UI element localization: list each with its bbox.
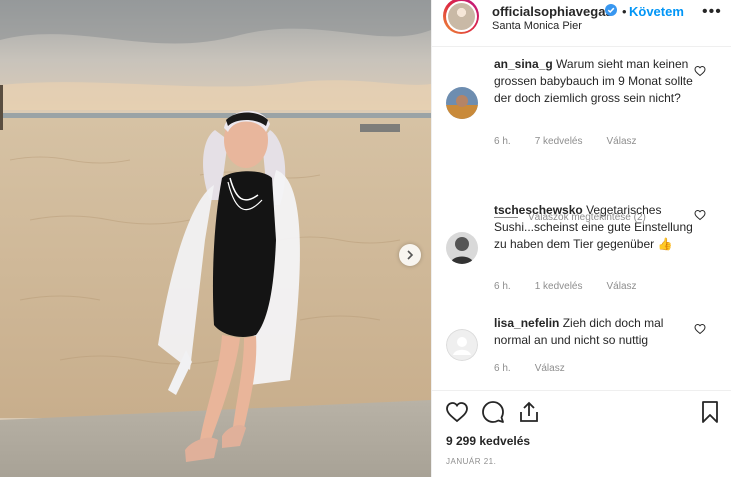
comment-like-count[interactable]: 7 kedvelés — [535, 136, 583, 147]
follow-button[interactable]: Követem — [629, 4, 684, 19]
comment-username[interactable]: tscheschewsko — [494, 203, 583, 217]
post-header: officialsophiavegas • Követem Santa Moni… — [432, 0, 731, 47]
author-avatar-image — [447, 2, 475, 30]
like-count[interactable]: 9 299 kedvelés — [446, 434, 530, 448]
comment-text: tscheschewsko Vegetarisches Sushi...sche… — [494, 203, 693, 251]
commenter-avatar[interactable] — [446, 232, 478, 264]
separator-dot: • — [622, 4, 627, 19]
comment-username[interactable]: lisa_nefelin — [494, 316, 559, 330]
commenter-avatar[interactable] — [446, 329, 478, 361]
comment-text: an_sina_g Warum sieht man keinen grossen… — [494, 57, 693, 105]
share-icon[interactable] — [517, 400, 541, 424]
comment-username[interactable]: an_sina_g — [494, 57, 553, 71]
default-avatar-image — [446, 329, 478, 361]
comments-list[interactable]: an_sina_g Warum sieht man keinen grossen… — [432, 47, 731, 390]
author-username[interactable]: officialsophiavegas — [492, 4, 613, 19]
thumbs-up-emoji: 👍 — [657, 237, 673, 251]
post-actions: 9 299 kedvelés JANUÁR 21. — [432, 390, 731, 478]
author-avatar[interactable] — [443, 0, 479, 34]
bookmark-icon[interactable] — [698, 400, 722, 424]
comment-time: 6 h. — [494, 136, 511, 147]
avatar-image — [446, 232, 478, 264]
comment-like-icon[interactable] — [694, 209, 706, 221]
verified-badge-icon — [605, 4, 617, 16]
comment-text: lisa_nefelin Zieh dich doch mal normal a… — [494, 316, 664, 347]
more-options-button[interactable]: ••• — [702, 3, 722, 21]
reply-button[interactable]: Válasz — [535, 363, 565, 374]
post-side-panel: officialsophiavegas • Követem Santa Moni… — [431, 0, 731, 477]
reply-button[interactable]: Válasz — [607, 281, 637, 292]
comment-like-icon[interactable] — [694, 65, 706, 77]
comment-like-icon[interactable] — [694, 323, 706, 335]
location-link[interactable]: Santa Monica Pier — [492, 20, 582, 32]
comment-icon[interactable] — [481, 400, 505, 424]
next-photo-button[interactable] — [399, 244, 421, 266]
avatar-image — [446, 87, 478, 119]
comment-time: 6 h. — [494, 363, 511, 374]
post-photo[interactable] — [0, 0, 431, 477]
comment-meta: 6 h. 1 kedvelés Válasz — [494, 281, 661, 292]
comment-time: 6 h. — [494, 281, 511, 292]
comment-meta: 6 h. Válasz — [494, 363, 589, 374]
chevron-right-icon — [407, 250, 414, 260]
heart-icon[interactable] — [445, 400, 469, 424]
beach-photo-illustration — [0, 0, 431, 477]
comment-meta: 6 h. 7 kedvelés Válasz — [494, 136, 661, 147]
reply-button[interactable]: Válasz — [607, 136, 637, 147]
post-date: JANUÁR 21. — [446, 457, 497, 466]
comment-like-count[interactable]: 1 kedvelés — [535, 281, 583, 292]
commenter-avatar[interactable] — [446, 87, 478, 119]
